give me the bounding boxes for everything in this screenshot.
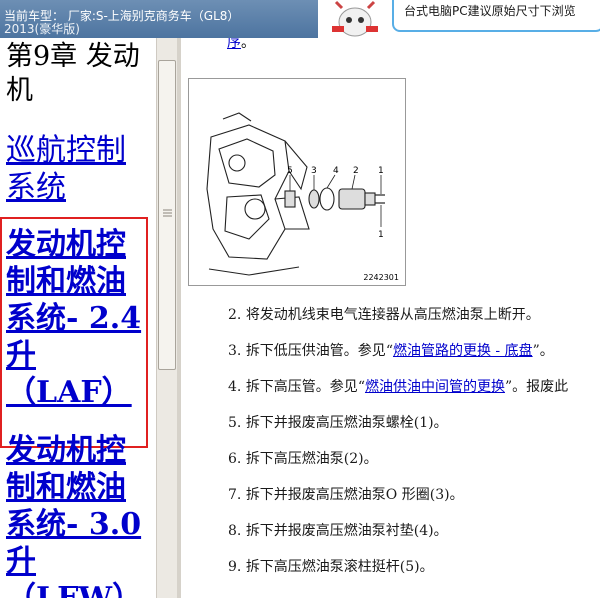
pump-illustration: 5 3 4 2 1 1 2242301 bbox=[188, 78, 406, 286]
callout-label: 4 bbox=[333, 166, 339, 176]
step-text: 拆下并报废高压燃油泵衬垫(4)。 bbox=[245, 523, 448, 539]
step-4: 4. 拆下高压管。参见“燃油供油中间管的更换”。报废此 bbox=[228, 379, 569, 395]
step-number: 5. bbox=[228, 415, 242, 431]
nav-pane: 第9章 发动机 巡航控制系统 发动机控制和燃油系统- 2.4升（LAF） 发动机… bbox=[0, 38, 156, 598]
step-number: 7. bbox=[228, 487, 242, 503]
nav-scrollbar[interactable] bbox=[156, 38, 177, 598]
fuel-line-replacement-link[interactable]: 燃油管路的更换 - 底盘 bbox=[393, 343, 533, 359]
step-text: 拆下并报废高压燃油泵O 形圈(3)。 bbox=[245, 487, 464, 503]
step-6: 6. 拆下高压燃油泵(2)。 bbox=[228, 448, 378, 468]
step-3: 3. 拆下低压供油管。参见“燃油管路的更换 - 底盘”。 bbox=[228, 343, 554, 359]
callout-label: 2 bbox=[353, 166, 359, 176]
chapter-title: 第9章 发动机 bbox=[6, 41, 140, 106]
step-text: 拆下高压管。参见 bbox=[245, 379, 358, 395]
fuel-feed-pipe-replacement-link[interactable]: 燃油供油中间管的更换 bbox=[365, 379, 505, 395]
previous-link[interactable]: 序 bbox=[227, 38, 241, 51]
step-number: 4. bbox=[228, 379, 242, 395]
step-9: 9. 拆下高压燃油泵滚柱挺杆(5)。 bbox=[228, 556, 434, 576]
step-number: 6. bbox=[228, 451, 242, 467]
step-suffix: 。 bbox=[539, 343, 554, 359]
step-text: 拆下并报废高压燃油泵螺栓(1)。 bbox=[245, 415, 448, 431]
vehicle-info: 当前车型： 厂家:S-上海别克商务车（GL8） 2013(豪华版) bbox=[0, 0, 318, 38]
previous-line: 序。 bbox=[227, 38, 255, 52]
grip-icon bbox=[163, 209, 172, 217]
mascot-icon bbox=[332, 0, 378, 37]
step-2: 2. 将发动机线束电气连接器从高压燃油泵上断开。 bbox=[228, 304, 540, 324]
fuel-pump-diagram: 5 3 4 2 1 1 bbox=[206, 112, 385, 276]
callout-label: 3 bbox=[311, 166, 317, 176]
step-suffix: 。报废此 bbox=[512, 379, 569, 395]
step-number: 2. bbox=[228, 307, 242, 323]
top-bar: 当前车型： 厂家:S-上海别克商务车（GL8） 2013(豪华版) 台式电脑PC… bbox=[0, 0, 600, 38]
callout-label: 5 bbox=[287, 166, 293, 176]
vehicle-info-line2: 2013(豪华版) bbox=[4, 22, 80, 36]
callout-label: 1 bbox=[378, 166, 384, 176]
nav-link-engine-control-lfw[interactable]: 发动机控制和燃油系统- 3.0升（LFW） bbox=[6, 432, 146, 598]
step-5: 5. 拆下并报废高压燃油泵螺栓(1)。 bbox=[228, 412, 448, 432]
step-text: 拆下高压燃油泵(2)。 bbox=[245, 451, 378, 467]
browse-notice: 台式电脑PC建议原始尺寸下浏览 bbox=[392, 0, 600, 32]
nav-link-cruise-control[interactable]: 巡航控制系统 bbox=[6, 132, 146, 206]
step-number: 8. bbox=[228, 523, 242, 539]
step-number: 3. bbox=[228, 343, 242, 359]
step-8: 8. 拆下并报废高压燃油泵衬垫(4)。 bbox=[228, 520, 448, 540]
step-number: 9. bbox=[228, 559, 242, 575]
nav-link-label: 发动机控制和燃油系统- 3.0升（LFW） bbox=[6, 433, 142, 598]
nav-scrollbar-thumb[interactable] bbox=[158, 60, 176, 370]
step-text: 将发动机线束电气连接器从高压燃油泵上断开。 bbox=[245, 307, 540, 323]
figure-id: 2242301 bbox=[363, 273, 399, 282]
content-pane: 序。 5 3 4 2 1 1 2242301 2. 将发动机线束电气连接器从高压… bbox=[181, 38, 600, 598]
step-7: 7. 拆下并报废高压燃油泵O 形圈(3)。 bbox=[228, 484, 464, 504]
step-text: 拆下低压供油管。参见 bbox=[245, 343, 386, 359]
browse-notice-text: 台式电脑PC建议原始尺寸下浏览 bbox=[404, 4, 576, 18]
callout-label: 1 bbox=[378, 230, 384, 240]
previous-line-suffix: 。 bbox=[241, 38, 255, 51]
step-text: 拆下高压燃油泵滚柱挺杆(5)。 bbox=[245, 559, 434, 575]
selection-highlight bbox=[0, 217, 148, 448]
